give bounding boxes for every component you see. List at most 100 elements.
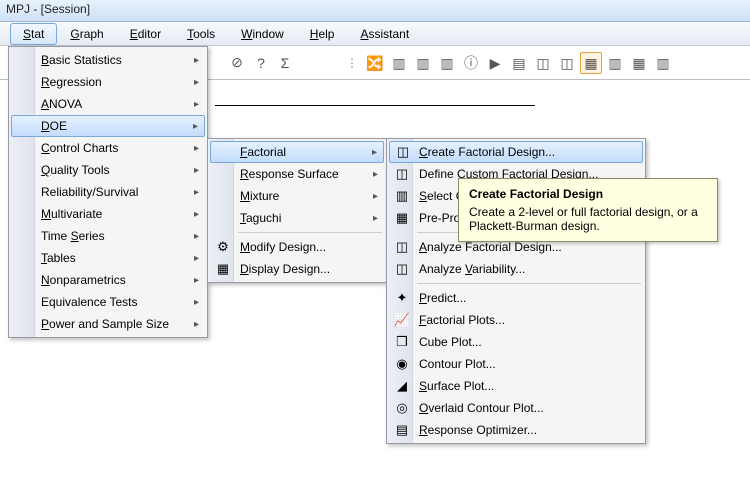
menu-icon: ◫: [394, 261, 410, 277]
menu-item[interactable]: Control Charts: [11, 137, 205, 159]
toolbar-button[interactable]: ▦: [580, 52, 602, 74]
toolbar-button[interactable]: ▦: [628, 52, 650, 74]
menu-item[interactable]: Time Series: [11, 225, 205, 247]
menu-item-label: Factorial: [240, 145, 286, 159]
menu-stat[interactable]: Stat: [10, 23, 57, 45]
menu-assistant[interactable]: Assistant: [347, 23, 422, 45]
menu-item[interactable]: Regression: [11, 71, 205, 93]
menu-item[interactable]: DOE: [11, 115, 205, 137]
menu-item[interactable]: Multivariate: [11, 203, 205, 225]
toolbar-button[interactable]: ▥: [436, 52, 458, 74]
menu-item-label: Analyze Variability...: [419, 262, 525, 276]
menu-icon: ▥: [394, 188, 410, 204]
toolbar-button[interactable]: ⊘: [226, 52, 248, 74]
menu-icon: ◉: [394, 356, 410, 372]
tooltip-title: Create Factorial Design: [469, 187, 707, 201]
toolbar-button[interactable]: ▥: [604, 52, 626, 74]
menu-stat: Basic Statistics Regression ANOVA DOE Contro…: [8, 46, 208, 338]
menu-item[interactable]: ⚙ Modify Design...: [210, 236, 384, 258]
menu-icon: ◫: [394, 166, 410, 182]
menu-item[interactable]: ▦Display Design...: [210, 258, 384, 280]
menu-item[interactable]: ▤Response Optimizer...: [389, 419, 643, 441]
menu-icon: ◫: [395, 144, 411, 160]
menu-graph[interactable]: Graph: [57, 23, 116, 45]
menu-item[interactable]: ◎Overlaid Contour Plot...: [389, 397, 643, 419]
menu-icon: ◫: [394, 239, 410, 255]
menu-item[interactable]: ◢ Surface Plot...: [389, 375, 643, 397]
toolbar-button[interactable]: ▤: [508, 52, 530, 74]
toolbar-button[interactable]: ⓘ: [460, 52, 482, 74]
menu-icon: ▦: [394, 210, 410, 226]
toolbar-button[interactable]: ◫: [556, 52, 578, 74]
menu-item[interactable]: Nonparametrics: [11, 269, 205, 291]
menu-editor[interactable]: Editor: [117, 23, 174, 45]
menu-icon: ▤: [394, 422, 410, 438]
toolbar-button[interactable]: ▥: [652, 52, 674, 74]
menu-item[interactable]: Basic Statistics: [11, 49, 205, 71]
menu-item-label: Predict...: [419, 291, 466, 305]
toolbar-button[interactable]: Σ: [274, 52, 296, 74]
menu-separator: [238, 232, 382, 233]
menu-item[interactable]: Factorial: [210, 141, 384, 163]
menu-item-label: Nonparametrics: [41, 273, 126, 287]
menu-item-label: DOE: [41, 119, 67, 133]
menu-item[interactable]: ◉ Contour Plot...: [389, 353, 643, 375]
menu-item-label: Contour Plot...: [419, 357, 496, 371]
menu-item-label: Reliability/Survival: [41, 185, 138, 199]
menu-item-label: Tables: [41, 251, 76, 265]
toolbar-button[interactable]: ▥: [412, 52, 434, 74]
menu-item[interactable]: Power and Sample Size: [11, 313, 205, 335]
menu-item-label: Response Surface: [240, 167, 339, 181]
menu-icon: ✦: [394, 290, 410, 306]
menu-item-label: Surface Plot...: [419, 379, 494, 393]
menu-item-label: Create Factorial Design...: [419, 145, 555, 159]
toolbar-button[interactable]: ▥: [388, 52, 410, 74]
toolbar-button[interactable]: ▶: [484, 52, 506, 74]
menu-item-label: Multivariate: [41, 207, 102, 221]
menu-item[interactable]: ◫ Analyze Variability...: [389, 258, 643, 280]
menu-item[interactable]: Mixture: [210, 185, 384, 207]
menu-item-label: Cube Plot...: [419, 335, 482, 349]
toolbar-button[interactable]: 🔀: [364, 52, 386, 74]
menu-separator: [417, 283, 641, 284]
menu-item-label: Equivalence Tests: [41, 295, 138, 309]
menu-item-label: Taguchi: [240, 211, 281, 225]
menu-item[interactable]: ◫ Create Factorial Design...: [389, 141, 643, 163]
menu-item-label: Modify Design...: [240, 240, 326, 254]
menu-window[interactable]: Window: [228, 23, 297, 45]
menu-item[interactable]: ✦ Predict...: [389, 287, 643, 309]
menu-item-label: ANOVA: [41, 97, 82, 111]
menu-item[interactable]: Reliability/Survival: [11, 181, 205, 203]
menu-icon: ▦: [215, 261, 231, 277]
toolbar-button[interactable]: ◫: [532, 52, 554, 74]
menu-item[interactable]: Response Surface: [210, 163, 384, 185]
menu-item-label: Power and Sample Size: [41, 317, 169, 331]
toolbar-button[interactable]: ?: [250, 52, 272, 74]
menu-help[interactable]: Help: [297, 23, 348, 45]
menu-tools[interactable]: Tools: [174, 23, 228, 45]
menu-icon: ◢: [394, 378, 410, 394]
menu-item-label: Time Series: [41, 229, 105, 243]
menu-icon: ◎: [394, 400, 410, 416]
menu-icon: ❒: [394, 334, 410, 350]
menubar: StatGraphEditorToolsWindowHelpAssistant: [0, 22, 750, 46]
menu-item[interactable]: ANOVA: [11, 93, 205, 115]
menu-doe: Factorial Response Surface Mixture Taguchi ⚙…: [207, 138, 387, 283]
window-title: MPJ - [Session]: [0, 0, 750, 22]
menu-item-label: Factorial Plots...: [419, 313, 505, 327]
menu-item-label: Regression: [41, 75, 102, 89]
menu-item-label: Basic Statistics: [41, 53, 122, 67]
menu-item-label: Analyze Factorial Design...: [419, 240, 562, 254]
menu-item-label: Quality Tools: [41, 163, 110, 177]
session-separator: [215, 105, 535, 106]
tooltip-create-factorial: Create Factorial Design Create a 2-level…: [458, 178, 718, 242]
menu-icon: ⚙: [215, 239, 231, 255]
menu-item-label: Mixture: [240, 189, 279, 203]
menu-item[interactable]: Equivalence Tests: [11, 291, 205, 313]
menu-item[interactable]: Taguchi: [210, 207, 384, 229]
menu-item[interactable]: Quality Tools: [11, 159, 205, 181]
menu-item[interactable]: Tables: [11, 247, 205, 269]
menu-item[interactable]: ❒ Cube Plot...: [389, 331, 643, 353]
tooltip-body: Create a 2-level or full factorial desig…: [469, 205, 698, 233]
menu-item[interactable]: 📈Factorial Plots...: [389, 309, 643, 331]
